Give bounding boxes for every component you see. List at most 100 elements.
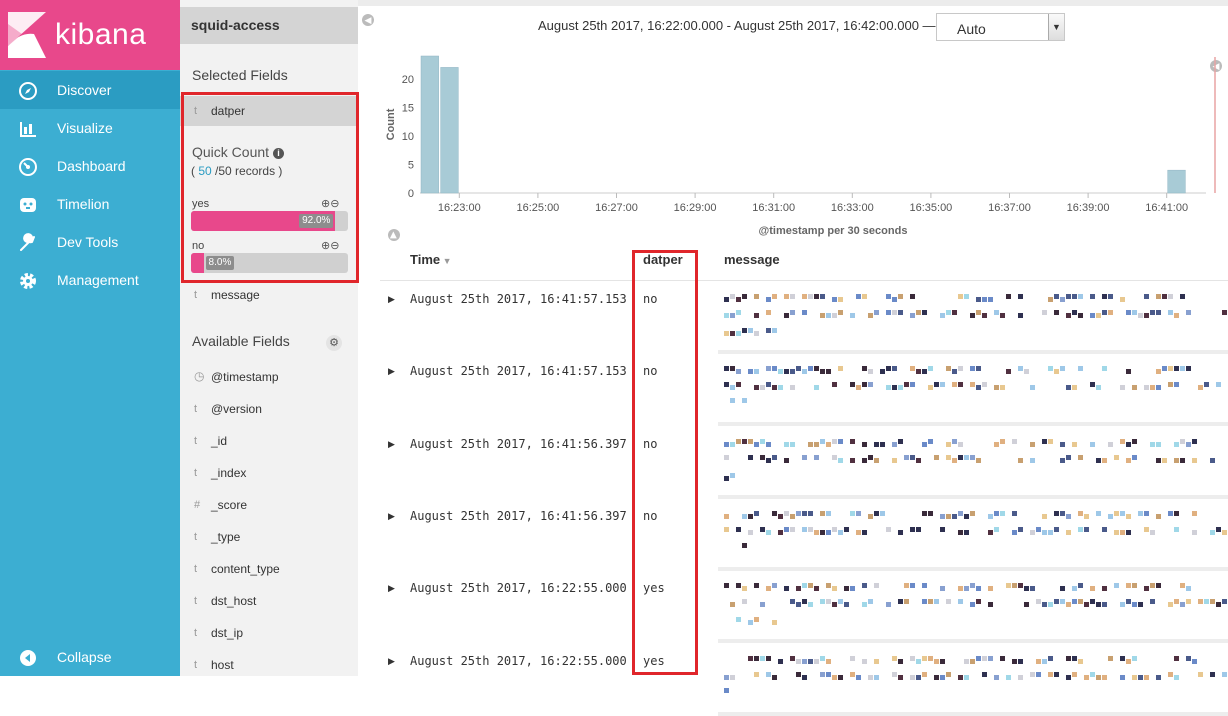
redacted-pixel [1150,385,1155,391]
quick-count-fill [191,253,204,273]
redacted-pixel [1186,366,1191,372]
time-range-label[interactable]: August 25th 2017, 16:22:00.000 - August … [538,18,936,33]
redacted-pixel [772,583,777,589]
redacted-pixel [1204,599,1209,605]
histogram-chart[interactable]: 0 5 10 15 20 Count 16:23:00 16:25:00 16:27:00 16:… [380,50,1220,240]
redacted-pixel [754,313,759,318]
records-count-link[interactable]: 50 [198,164,211,178]
redacted-pixel [868,382,873,388]
field-item[interactable]: t _type [180,522,358,552]
redacted-pixel [868,513,873,519]
redacted-pixel [1186,586,1191,592]
redacted-pixel [772,620,777,626]
nav-item-visualize[interactable]: Visualize [0,109,180,147]
zoom-out-icon[interactable]: ⊖ [330,240,339,252]
table-row[interactable]: ▶ August 25th 2017, 16:22:55.000 yes [380,571,1228,643]
nav-item-management[interactable]: Management [0,261,180,299]
collapse-sidebar-icon[interactable]: ◀ [362,14,374,26]
redacted-pixel [862,441,867,447]
field-item[interactable]: t dst_ip [180,618,358,648]
redacted-pixel [844,586,849,592]
redacted-pixel [1156,513,1161,519]
nav-item-discover[interactable]: Discover [0,71,180,109]
redacted-pixel [772,366,777,372]
field-item[interactable]: t dst_host [180,586,358,616]
table-row[interactable]: ▶ August 25th 2017, 16:22:55.000 yes [380,644,1228,716]
redacted-pixel [958,586,963,592]
redacted-pixel [898,438,903,444]
redacted-pixel [1174,313,1179,318]
redacted-pixel [724,454,729,460]
field-item[interactable]: t content_type [180,554,358,584]
collapse-nav-button[interactable]: Collapse [0,638,180,676]
expand-row-icon[interactable]: ▶ [388,656,395,667]
field-item-message[interactable]: t message [180,280,358,310]
brand-name: kibana [55,18,147,51]
sort-down-icon[interactable]: ▼ [440,256,452,266]
zoom-in-icon[interactable]: ⊕ [321,240,330,252]
redacted-pixel [760,526,765,532]
redacted-pixel [1096,385,1101,391]
collapse-chart-icon[interactable]: ◀ [388,229,400,241]
table-row[interactable]: ▶ August 25th 2017, 16:41:57.153 no [380,354,1228,426]
expand-row-icon[interactable]: ▶ [388,511,395,522]
redacted-pixel [1108,310,1113,315]
field-item-datper[interactable]: t datper [180,96,358,126]
column-header-time[interactable]: Time ▼ [410,252,452,267]
redacted-pixel [808,658,813,664]
expand-row-icon[interactable]: ▶ [388,439,395,450]
field-item[interactable]: t _id [180,426,358,456]
redacted-pixel [964,513,969,519]
redacted-pixel [874,658,879,664]
expand-row-icon[interactable]: ▶ [388,294,395,305]
string-type-icon: t [194,289,198,301]
redacted-pixel [808,294,813,299]
redacted-pixel [1180,457,1185,463]
column-header-message[interactable]: message [724,252,780,267]
nav-item-dev-tools[interactable]: Dev Tools [0,223,180,261]
nav-item-timelion[interactable]: Timelion [0,185,180,223]
redacted-pixel [748,438,753,444]
redacted-pixel [736,310,741,315]
table-row[interactable]: ▶ August 25th 2017, 16:41:56.397 no [380,427,1228,499]
row-datper: no [643,508,658,523]
field-name: @version [211,402,262,416]
redacted-pixel [1174,526,1179,532]
zoom-out-icon[interactable]: ⊖ [330,198,339,210]
kibana-logo[interactable]: kibana [0,0,180,70]
redacted-pixel [886,385,891,391]
info-icon[interactable]: i [273,148,285,159]
column-header-datper[interactable]: datper [643,252,683,267]
redacted-pixel [898,385,903,391]
quick-count-bar-yes[interactable]: 92.0% [191,211,348,231]
redacted-pixel [994,510,999,516]
redacted-pixel [826,529,831,535]
zoom-in-icon[interactable]: ⊕ [321,198,330,210]
redacted-pixel [1042,438,1047,444]
redacted-pixel [952,369,957,375]
redacted-pixel [1096,457,1101,463]
expand-row-icon[interactable]: ▶ [388,366,395,377]
field-item[interactable]: ◷ @timestamp [180,362,358,392]
redacted-pixel [886,526,891,532]
nav-item-dashboard[interactable]: Dashboard [0,147,180,185]
redacted-pixel [868,369,873,375]
redacted-pixel [838,674,843,680]
redacted-pixel [916,310,921,315]
redacted-pixel [832,438,837,444]
redacted-pixel [868,313,873,318]
redacted-pixel [940,382,945,388]
field-item[interactable]: # _score [180,490,358,520]
expand-row-icon[interactable]: ▶ [388,583,395,594]
table-row[interactable]: ▶ August 25th 2017, 16:41:56.397 no [380,499,1228,571]
field-settings-gear-icon[interactable]: ⚙ [326,335,342,351]
redacted-pixel [730,441,735,447]
row-datper: no [643,364,658,379]
interval-select[interactable]: Auto ▼ [936,13,1065,41]
table-row[interactable]: ▶ August 25th 2017, 16:41:57.153 no [380,282,1228,354]
field-item[interactable]: t _index [180,458,358,488]
redacted-pixel [850,510,855,516]
field-item[interactable]: t @version [180,394,358,424]
index-pattern-selector[interactable]: squid-access [180,7,358,44]
quick-count-bar-no[interactable]: 8.0% [191,253,348,273]
